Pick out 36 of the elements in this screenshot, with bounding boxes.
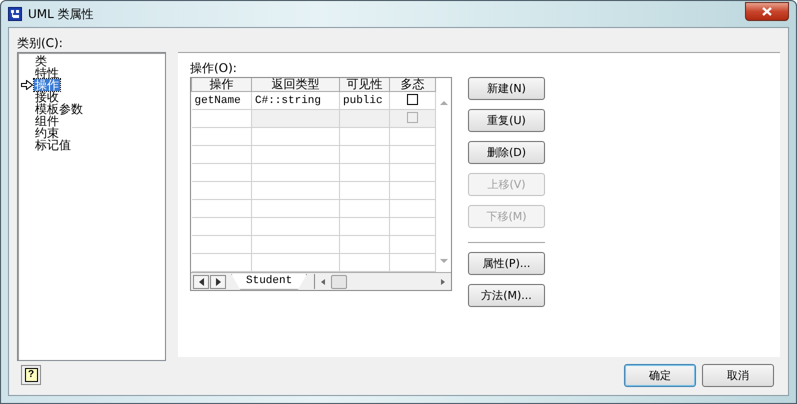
action-button[interactable]: 新建(N)	[468, 77, 545, 100]
category-item[interactable]: 组件	[34, 115, 60, 127]
help-button[interactable]: ?	[21, 365, 41, 385]
sheet-tab[interactable]: Student	[231, 274, 308, 290]
category-item[interactable]: 操作	[34, 79, 60, 91]
checkbox[interactable]	[407, 94, 418, 106]
category-item[interactable]: 模板参数	[34, 103, 84, 115]
column-header[interactable]: 多态	[390, 78, 436, 92]
next-sheet-button[interactable]	[210, 274, 226, 288]
category-label: 类别(C):	[17, 36, 64, 52]
close-icon	[762, 6, 772, 16]
action-button[interactable]: 方法(M)...	[468, 284, 545, 307]
scroll-thumb[interactable]	[331, 274, 348, 288]
app-icon	[8, 7, 22, 21]
category-item[interactable]: 特性	[34, 67, 60, 79]
category-item[interactable]: 类	[34, 55, 48, 67]
category-item[interactable]: 约束	[34, 127, 60, 139]
dialog-button[interactable]: 确定	[624, 364, 696, 386]
operations-label: 操作(O):	[190, 61, 238, 75]
scroll-right-icon[interactable]	[441, 278, 445, 284]
category-item[interactable]: 接收	[34, 91, 60, 103]
right-triangle-icon	[216, 278, 220, 286]
action-button[interactable]: 属性(P)...	[468, 252, 545, 275]
column-header[interactable]: 返回类型	[252, 78, 340, 92]
window-title: UML 类属性	[28, 6, 94, 22]
scroll-left-icon[interactable]	[321, 278, 326, 284]
column-header[interactable]: 操作	[192, 78, 252, 92]
column-header[interactable]: 可见性	[340, 78, 390, 92]
action-button[interactable]: 删除(D)	[468, 141, 545, 164]
action-button[interactable]: 重复(U)	[468, 109, 545, 132]
category-item[interactable]: 标记值	[34, 139, 72, 151]
arrow-icon	[21, 80, 33, 90]
previous-sheet-button[interactable]	[193, 274, 209, 288]
dialog-button[interactable]: 取消	[702, 364, 774, 386]
close-button[interactable]	[745, 2, 789, 20]
left-triangle-icon	[198, 278, 204, 286]
